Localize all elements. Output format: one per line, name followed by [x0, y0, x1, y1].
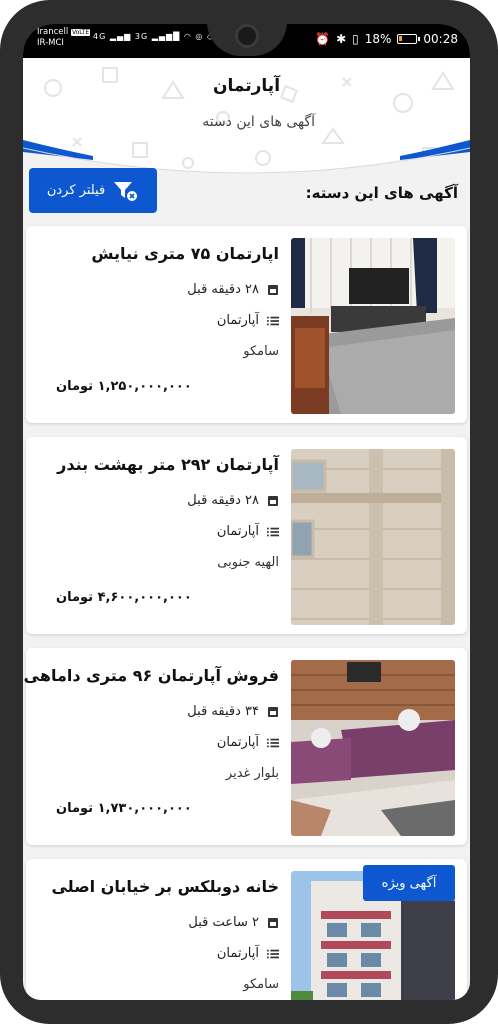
network-1-label: 4G	[93, 32, 107, 41]
listing-title: خانه دوبلکس بر خیابان اصلی	[51, 877, 279, 896]
listing-photo	[291, 449, 455, 625]
listing-category-text: آپارتمان	[216, 735, 259, 750]
listing-category-text: آپارتمان	[216, 313, 259, 328]
alarm-icon: ⏰	[315, 32, 331, 46]
listing-card[interactable]: اپارتمان ۷۵ متری نیایش ۲۸ دقیقه قبل آپار…	[26, 226, 467, 423]
calendar-icon	[268, 284, 278, 295]
calendar-icon	[268, 917, 278, 928]
signal-indicators: 4G ▂▄▆ 3G ▂▄▆█ ◠ ◎ ◇ ▭	[93, 32, 226, 41]
listing-location: بلوار غدیر	[225, 766, 279, 781]
listing-time-text: ۲۸ دقیقه قبل	[187, 282, 259, 297]
listing-category: آپارتمان	[217, 735, 279, 750]
list-icon	[267, 738, 279, 747]
volume-button	[491, 220, 498, 360]
battery-icon	[397, 34, 421, 44]
page-subtitle: آگهی های این دسته	[202, 114, 315, 130]
listing-time: ۲ ساعت قبل	[188, 915, 279, 930]
phone-frame: Irancell VoLTE IR-MCI 4G ▂▄▆ 3G ▂▄▆█ ◠ ◎…	[0, 0, 498, 1024]
listing-time: ۳۴ دقیقه قبل	[187, 704, 279, 719]
section-title: آگهی های این دسته:	[305, 184, 458, 202]
operator-2: IR-MCI	[37, 38, 64, 48]
listing-time: ۲۸ دقیقه قبل	[187, 493, 279, 508]
listing-category-text: آپارتمان	[216, 946, 259, 961]
camera-notch	[206, 24, 287, 56]
app-screen: Irancell VoLTE IR-MCI 4G ▂▄▆ 3G ▂▄▆█ ◠ ◎…	[23, 24, 470, 1000]
page-title: آپارتمان	[212, 76, 281, 96]
listing-time-text: ۳۴ دقیقه قبل	[187, 704, 259, 719]
calendar-icon	[268, 706, 278, 717]
operator-info: Irancell VoLTE IR-MCI	[37, 27, 91, 48]
listing-price: ۱,۲۵۰,۰۰۰,۰۰۰ تومان	[56, 379, 192, 394]
network-2-label: 3G	[134, 32, 149, 41]
listing-category: آپارتمان	[217, 313, 279, 328]
signal-bars-icon-2: ▂▄▆█	[151, 32, 181, 41]
signal-bars-icon: ▂▄▆	[109, 32, 132, 41]
listing-photo	[291, 660, 455, 836]
listing-category: آپارتمان	[217, 524, 279, 539]
list-icon	[267, 949, 279, 958]
featured-badge: آگهی ویژه	[363, 865, 455, 901]
status-right: ⏰ ✱ ▯ 18% 00:28	[315, 32, 458, 46]
bluetooth-icon: ✱	[336, 32, 347, 46]
listing-category: آپارتمان	[217, 946, 279, 961]
listing-title: فروش آپارتمان ۹۶ متری داماهی	[23, 666, 279, 685]
hotspot-icon: ◎	[195, 32, 204, 41]
listing-location: سامکو	[243, 344, 279, 359]
listing-time: ۲۸ دقیقه قبل	[187, 282, 279, 297]
battery-level	[399, 36, 403, 41]
listing-card[interactable]: آپارتمان ۲۹۲ متر بهشت بندر ۲۸ دقیقه قبل …	[26, 437, 467, 634]
listing-photo	[291, 238, 455, 414]
listing-category-text: آپارتمان	[216, 524, 259, 539]
status-bar: Irancell VoLTE IR-MCI 4G ▂▄▆ 3G ▂▄▆█ ◠ ◎…	[23, 24, 470, 58]
listing-price: ۴,۶۰۰,۰۰۰,۰۰۰ تومان	[56, 590, 192, 605]
filter-label: فیلتر کردن	[46, 183, 106, 198]
operator-1: Irancell	[37, 27, 69, 37]
listing-location: سامکو	[243, 977, 279, 992]
list-icon	[267, 527, 279, 536]
volte-badge: VoLTE	[70, 29, 91, 36]
power-button	[491, 410, 498, 480]
list-icon	[267, 316, 279, 325]
camera-lens	[234, 24, 259, 48]
listing-title: آپارتمان ۲۹۲ متر بهشت بندر	[57, 455, 279, 474]
listing-card[interactable]: فروش آپارتمان ۹۶ متری داماهی ۳۴ دقیقه قب…	[23, 648, 467, 845]
listing-price: ۱,۷۳۰,۰۰۰,۰۰۰ تومان	[56, 801, 192, 816]
listing-location: الهیه جنوبی	[217, 555, 279, 570]
listing-time-text: ۲۸ دقیقه قبل	[187, 493, 259, 508]
filter-remove-icon	[114, 181, 138, 201]
listing-time-text: ۲ ساعت قبل	[188, 915, 259, 930]
clock: 00:28	[423, 32, 458, 46]
wifi-icon: ◠	[183, 32, 192, 41]
section-row: آگهی های این دسته: فیلتر کردن	[23, 168, 470, 218]
battery-percent: 18%	[364, 32, 392, 46]
filter-button[interactable]: فیلتر کردن	[29, 168, 157, 213]
listing-title: اپارتمان ۷۵ متری نیایش	[91, 244, 279, 263]
listing-card[interactable]: آگهی ویژه خانه دوبلکس بر خیابان اصلی ۲ س…	[26, 859, 467, 1000]
calendar-icon	[268, 495, 278, 506]
vibrate-icon: ▯	[352, 32, 359, 46]
